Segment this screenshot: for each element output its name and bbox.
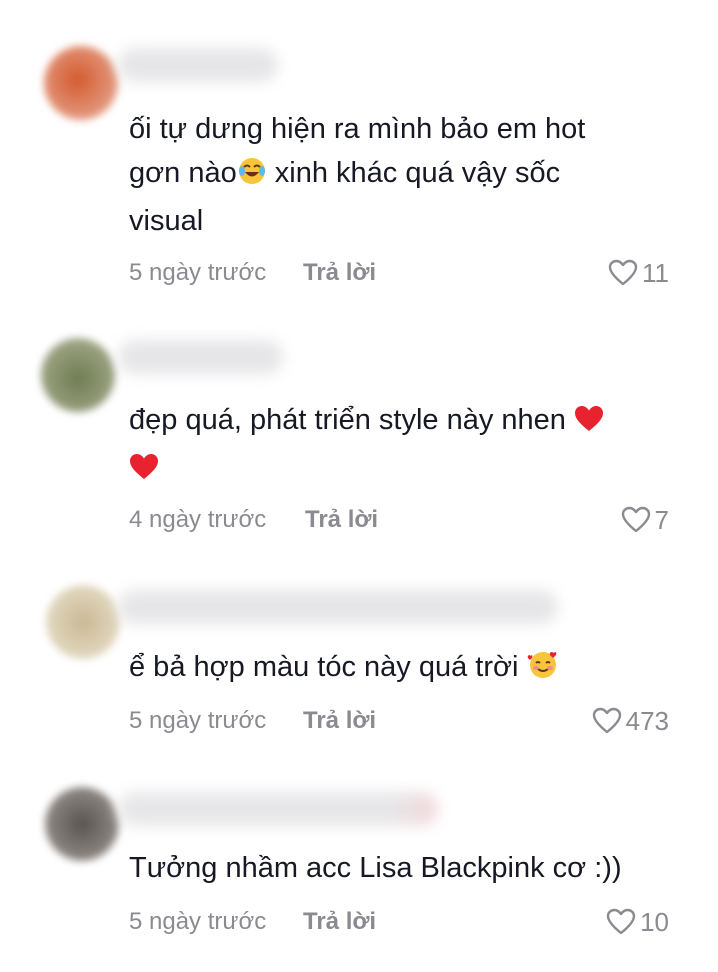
smiling-face-with-hearts-icon [527, 648, 559, 693]
heart-outline-icon[interactable] [608, 259, 638, 287]
comment-date: 5 ngày trước [129, 259, 267, 286]
comment-text-line: Tưởng nhầm acc Lisa Blackpink cơ :)) [129, 852, 622, 884]
like-button[interactable]: 11 [608, 256, 669, 290]
comment-meta: 5 ngày trước Trả lời 11 [129, 256, 669, 290]
comment-date: 5 ngày trước [129, 908, 267, 935]
like-count: 473 [625, 706, 669, 736]
reply-button[interactable]: Trả lời [303, 256, 376, 290]
red-heart-icon [129, 450, 159, 494]
reply-button[interactable]: Trả lời [303, 704, 376, 738]
like-button[interactable]: 10 [606, 905, 669, 939]
comment-meta: 5 ngày trước Trả lời 473 [129, 704, 669, 738]
username-blurred[interactable] [118, 340, 283, 374]
like-button[interactable]: 473 [592, 704, 669, 738]
username-blurred[interactable] [118, 792, 438, 826]
avatar[interactable] [41, 338, 115, 412]
comment-text-line [129, 446, 658, 494]
comment-text-line: ối tự dưng hiện ra mình bảo em hot [129, 113, 586, 145]
comment-text-line: đẹp quá, phát triển style này nhen [129, 398, 658, 446]
avatar[interactable] [45, 787, 119, 861]
comment-text-line: ể bả hợp màu tóc này quá trời [129, 645, 658, 693]
face-with-tears-of-joy-icon [237, 155, 267, 199]
heart-outline-icon[interactable] [592, 707, 622, 735]
red-heart-icon [574, 402, 604, 446]
comment-date: 4 ngày trước [129, 506, 267, 533]
like-count: 10 [640, 907, 669, 937]
username-blurred[interactable] [118, 590, 558, 624]
heart-outline-icon[interactable] [606, 908, 636, 936]
comment-text: Tưởng nhầm acc Lisa Blackpink cơ :)) [129, 846, 658, 890]
like-button[interactable]: 7 [621, 503, 669, 537]
comment-meta: 5 ngày trước Trả lời 10 [129, 905, 669, 939]
comment-date: 5 ngày trước [129, 707, 267, 734]
like-count: 7 [654, 505, 669, 535]
comment-meta: 4 ngày trước Trả lời 7 [129, 503, 669, 537]
comment-text: ể bả hợp màu tóc này quá trời [129, 645, 658, 693]
reply-button[interactable]: Trả lời [303, 905, 376, 939]
comment-text: ối tự dưng hiện ra mình bảo em hot gơn n… [129, 107, 658, 243]
heart-outline-icon[interactable] [621, 506, 651, 534]
avatar[interactable] [44, 46, 118, 120]
comment-text-line: gơn nào xinh khác quá vậy sốc [129, 151, 658, 199]
username-blurred[interactable] [118, 48, 278, 82]
like-count: 11 [642, 258, 669, 288]
avatar[interactable] [46, 585, 120, 659]
comment-text-line: visual [129, 205, 204, 237]
reply-button[interactable]: Trả lời [305, 503, 378, 537]
comment-text: đẹp quá, phát triển style này nhen [129, 398, 658, 494]
